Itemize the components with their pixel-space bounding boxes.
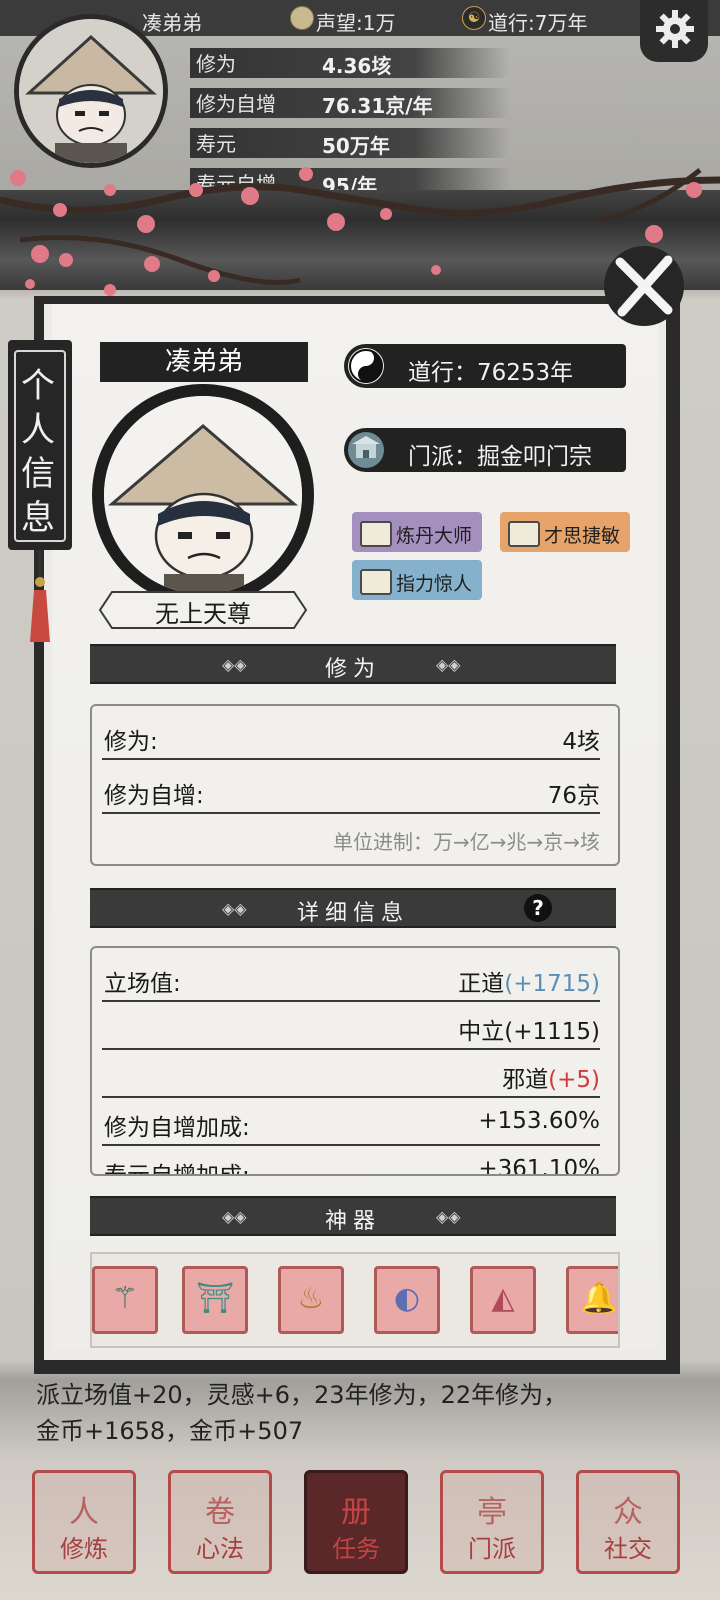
talent-badge[interactable]: 指力惊人 xyxy=(352,560,482,600)
character-rank: 无上天尊 xyxy=(98,590,308,630)
character-portrait xyxy=(92,384,314,606)
cultivation-header: ◈◈ 修为 ◈◈ xyxy=(90,644,616,684)
folding-fan-icon[interactable]: ◭ xyxy=(470,1266,536,1334)
gourd-icon[interactable]: ♨ xyxy=(278,1266,344,1334)
cultivator-portrait-icon xyxy=(104,396,302,594)
sect-badge[interactable]: 门派：掘金叩门宗 xyxy=(344,428,626,472)
scroll-icon xyxy=(360,521,392,547)
dao-text: 道行：76253年 xyxy=(408,360,574,386)
nav-label: 心法 xyxy=(196,1535,244,1563)
dao-value: 道行:7万年 xyxy=(488,11,588,35)
bonus-row: 修为自增加成: +153.60% xyxy=(102,1096,600,1146)
temple-icon: 亭 xyxy=(477,1495,507,1530)
dao-badge: 道行：76253年 xyxy=(344,344,626,388)
help-icon[interactable]: ? xyxy=(524,894,552,922)
row-value: +361.10% xyxy=(478,1156,600,1176)
row-label: 修为: xyxy=(104,729,158,755)
stance-righteous: 正道(+1715) xyxy=(458,971,600,997)
stat-row: 寿元 50万年 xyxy=(190,124,520,164)
cultivator-avatar-icon xyxy=(19,19,163,163)
character-name: 凑弟弟 xyxy=(100,342,308,382)
cultivation-row: 修为自增: 76京 xyxy=(102,764,600,814)
scroll-icon xyxy=(508,521,540,547)
stat-row: 修为自增 76.31京/年 xyxy=(190,84,520,124)
cultivation-card: 修为: 4垓 修为自增: 76京 单位进制：万→亿→兆→京→垓 xyxy=(90,704,620,866)
row-label: 立场值: xyxy=(104,971,181,997)
section-title: 修为 xyxy=(324,657,381,682)
meditate-icon: 人 xyxy=(69,1495,99,1530)
ornament-icon: ◈◈ xyxy=(436,1207,461,1226)
personal-info-tab[interactable]: 个 人 信 息 xyxy=(8,340,72,550)
row-value: 4垓 xyxy=(562,729,600,755)
cultivation-row: 修为: 4垓 xyxy=(102,710,600,760)
stat-label: 修为自增 xyxy=(196,92,276,116)
taiji-icon: ☯ xyxy=(462,6,486,30)
artifact-list: ⚚ ⛩ ♨ ◐ ◭ 🔔 xyxy=(90,1252,620,1348)
stance-row: 邪道(+5) xyxy=(102,1048,600,1098)
nav-technique-button[interactable]: 卷 心法 xyxy=(168,1470,272,1574)
section-title: 神器 xyxy=(324,1209,381,1234)
stat-label: 寿元 xyxy=(196,132,236,156)
bottom-nav: 人 修炼 卷 心法 册 任务 亭 门派 众 社交 xyxy=(0,1462,720,1600)
sect-gate-icon xyxy=(348,432,384,468)
stat-label: 修为 xyxy=(196,52,236,76)
people-icon: 众 xyxy=(613,1495,643,1530)
row-label: 修为自增加成: xyxy=(104,1115,250,1141)
round-fan-icon[interactable]: ◐ xyxy=(374,1266,440,1334)
stance-row: 中立(+1115) xyxy=(102,1000,600,1050)
stat-row: 修为 4.36垓 xyxy=(190,44,520,84)
stat-value: 4.36垓 xyxy=(322,54,392,78)
player-name: 凑弟弟 xyxy=(142,11,202,35)
talent-label: 才思捷敏 xyxy=(544,525,621,547)
talent-label: 指力惊人 xyxy=(396,573,473,595)
row-label: 寿元自增加成: xyxy=(104,1163,250,1176)
settings-button[interactable] xyxy=(640,0,708,62)
close-icon xyxy=(615,255,673,317)
rank-label: 无上天尊 xyxy=(155,600,251,628)
nav-label: 修炼 xyxy=(60,1535,108,1563)
event-log: 派立场值+20，灵感+6，23年修为，22年修为， 金币+1658，金币+507 xyxy=(10,1381,700,1462)
log-line: 金币+1658，金币+507 xyxy=(36,1417,304,1445)
details-header: ◈◈ 详细信息 ? xyxy=(90,888,616,928)
scroll-icon xyxy=(360,569,392,595)
nav-social-button[interactable]: 众 社交 xyxy=(576,1470,680,1574)
row-value: +153.60% xyxy=(478,1108,600,1134)
tuning-fork-icon[interactable]: ⚚ xyxy=(92,1266,158,1334)
book-icon: 卷 xyxy=(205,1495,235,1530)
jade-seal-icon[interactable]: ⛩ xyxy=(182,1266,248,1334)
tassel-icon xyxy=(30,550,50,642)
stat-value: 76.31京/年 xyxy=(322,94,433,118)
stance-neutral: 中立(+1115) xyxy=(458,1019,600,1045)
talent-badge[interactable]: 才思捷敏 xyxy=(500,512,630,552)
scroll-icon: 册 xyxy=(341,1495,371,1530)
nav-label: 任务 xyxy=(332,1535,380,1563)
stance-evil: 邪道(+5) xyxy=(502,1067,600,1093)
taiji-icon xyxy=(348,348,384,384)
tab-label: 个 人 信 息 xyxy=(21,366,55,538)
stance-row: 立场值: 正道(+1715) xyxy=(102,952,600,1002)
nav-cultivate-button[interactable]: 人 修炼 xyxy=(32,1470,136,1574)
log-line: 派立场值+20，灵感+6，23年修为，22年修为， xyxy=(36,1381,568,1409)
nav-label: 门派 xyxy=(468,1535,516,1563)
bell-icon[interactable]: 🔔 xyxy=(566,1266,618,1334)
row-label: 修为自增: xyxy=(104,783,204,809)
close-button[interactable] xyxy=(604,246,684,326)
nav-label: 社交 xyxy=(604,1535,652,1563)
talent-badge[interactable]: 炼丹大师 xyxy=(352,512,482,552)
ornament-icon: ◈◈ xyxy=(436,655,461,674)
player-avatar[interactable] xyxy=(14,14,168,168)
nav-sect-button[interactable]: 亭 门派 xyxy=(440,1470,544,1574)
coin-icon xyxy=(290,6,314,30)
sect-text: 门派：掘金叩门宗 xyxy=(408,444,592,470)
row-value: 76京 xyxy=(547,783,600,809)
details-card: 立场值: 正道(+1715) 中立(+1115) 邪道(+5) 修为自增加成: … xyxy=(90,946,620,1176)
bonus-row-partial: 寿元自增加成: +361.10% xyxy=(102,1144,600,1176)
nav-quest-button[interactable]: 册 任务 xyxy=(304,1470,408,1574)
gear-icon xyxy=(656,10,694,48)
fame-value: 声望:1万 xyxy=(316,11,396,35)
stat-value: 50万年 xyxy=(322,134,390,158)
unit-hint: 单位进制：万→亿→兆→京→垓 xyxy=(332,830,600,854)
talent-label: 炼丹大师 xyxy=(396,525,473,547)
artifacts-header: ◈◈ 神器 ◈◈ xyxy=(90,1196,616,1236)
